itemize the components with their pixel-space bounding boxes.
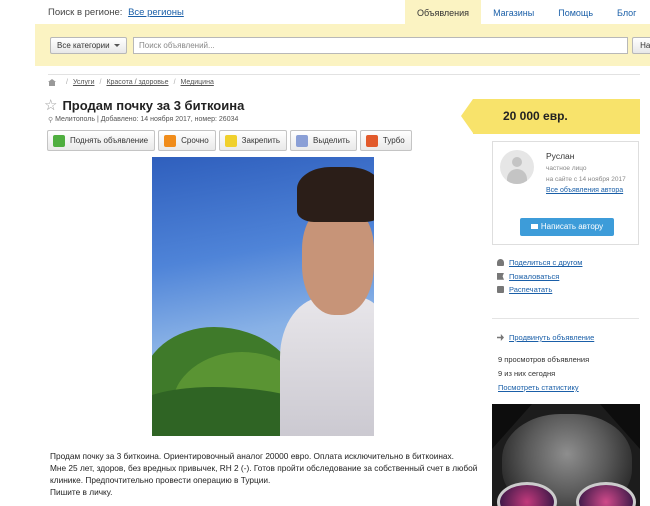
views-today: 9 из них сегодня: [498, 369, 556, 378]
fire-icon: [164, 134, 177, 147]
price: 20 000 евр.: [503, 109, 568, 123]
urgent-button[interactable]: Срочно: [158, 130, 216, 151]
highlight-button[interactable]: Выделить: [289, 130, 357, 151]
breadcrumb-beauty-health[interactable]: Красота / здоровье: [106, 79, 168, 86]
tab-help[interactable]: Помощь: [546, 0, 605, 24]
arrow-right-icon: [497, 334, 504, 341]
listing-added: Добавлено: 14 ноября 2017, номер: 26034: [100, 116, 239, 123]
person-icon: [497, 259, 504, 267]
region-link[interactable]: Все регионы: [128, 7, 184, 18]
pin-button[interactable]: Закрепить: [218, 130, 287, 151]
home-icon[interactable]: [48, 79, 56, 86]
promote-link[interactable]: Продвинуть объявление: [509, 333, 594, 342]
description-line: Продам почку за 3 биткоина. Ориентировоч…: [50, 451, 454, 461]
ad-banner-image[interactable]: [492, 404, 640, 506]
avatar[interactable]: [500, 150, 534, 184]
author-card: Руслан частное лицо на сайте с 14 ноября…: [492, 141, 639, 245]
divider: [48, 74, 640, 75]
author-all-ads-link[interactable]: Все объявления автора: [546, 187, 623, 194]
view-stats-link[interactable]: Посмотреть статистику: [498, 383, 579, 392]
raise-ad-button[interactable]: Поднять объявление: [47, 130, 156, 151]
description-line: Пишите в личку.: [50, 487, 113, 497]
envelope-icon: [530, 224, 538, 229]
tab-ads[interactable]: Объявления: [405, 0, 482, 24]
page-title: Продам почку за 3 биткоина: [62, 98, 245, 113]
turbo-button[interactable]: Турбо: [359, 130, 412, 151]
description-line: Мне 25 лет, здоров, без вредных привычек…: [50, 463, 478, 485]
category-label: Все категории: [57, 41, 110, 50]
complain-link[interactable]: Пожаловаться: [509, 272, 559, 281]
flag-icon: [497, 272, 504, 280]
region-label: Поиск в регионе:: [48, 7, 123, 18]
listing-meta: ⚲ Мелитополь | Добавлено: 14 ноября 2017…: [48, 116, 239, 124]
turbo-icon: [365, 134, 378, 147]
listing-stats: 9 просмотров объявления 9 из них сегодня…: [498, 353, 589, 395]
location-pin-icon: ⚲: [48, 117, 54, 124]
top-nav: Объявления Магазины Помощь Блог: [405, 0, 648, 24]
breadcrumb: / Услуги / Красота / здоровье / Медицина: [48, 79, 214, 86]
tab-blog[interactable]: Блог: [605, 0, 648, 24]
favorite-star-icon[interactable]: ☆: [44, 98, 57, 113]
views-count: 9 просмотров объявления: [498, 355, 590, 364]
listing-location: Мелитополь: [55, 116, 95, 123]
listing-description: Продам почку за 3 биткоина. Ориентировоч…: [50, 450, 490, 498]
print-icon: [497, 286, 504, 294]
search-input[interactable]: Поиск объявлений...: [133, 37, 628, 54]
divider: [492, 318, 639, 319]
region-selector: Поиск в регионе: Все регионы: [48, 7, 184, 18]
author-name: Руслан: [546, 151, 575, 161]
share-link[interactable]: Поделиться с другом: [509, 258, 582, 267]
category-dropdown[interactable]: Все категории: [50, 37, 127, 54]
author-since: на сайте с 14 ноября 2017: [546, 176, 626, 183]
chevron-down-icon: [114, 44, 120, 47]
highlight-icon: [295, 134, 308, 147]
listing-links: Поделиться с другом Пожаловаться Распеча…: [497, 256, 582, 297]
author-type: частное лицо: [546, 165, 587, 172]
listing-actions: Поднять объявление Срочно Закрепить Выде…: [47, 130, 415, 151]
search-button[interactable]: Найти: [632, 37, 650, 54]
print-link[interactable]: Распечатать: [509, 285, 552, 294]
breadcrumb-medicine[interactable]: Медицина: [181, 79, 214, 86]
price-badge: 20 000 евр.: [461, 99, 640, 134]
top-bar: Поиск в регионе: Все регионы Объявления …: [0, 0, 650, 24]
raise-icon: [53, 134, 65, 147]
search-bar: Все категории Поиск объявлений... Найти: [35, 24, 650, 66]
promote-row: Продвинуть объявление: [497, 333, 594, 342]
breadcrumb-services[interactable]: Услуги: [73, 79, 95, 86]
listing-header: ☆ Продам почку за 3 биткоина: [44, 98, 244, 113]
tab-shops[interactable]: Магазины: [481, 0, 546, 24]
write-author-button[interactable]: Написать автору: [520, 218, 614, 236]
listing-photo[interactable]: [152, 157, 374, 436]
pin-icon: [224, 134, 237, 147]
